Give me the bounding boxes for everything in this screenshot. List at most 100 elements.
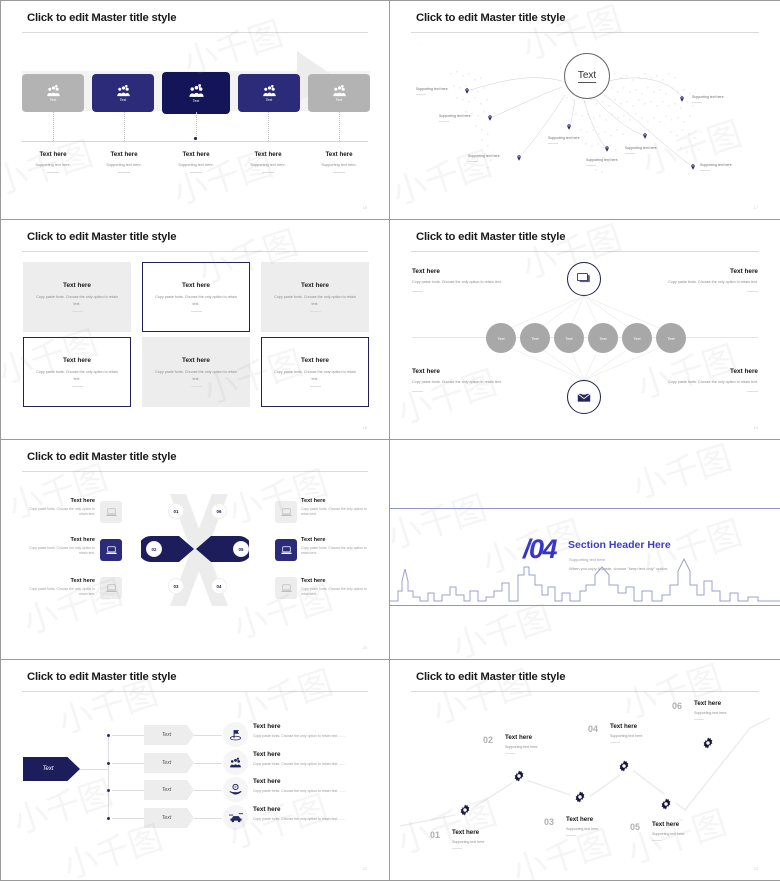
timeline-card-1[interactable]: Text [22, 74, 84, 112]
location-pin-icon[interactable] [680, 96, 684, 102]
timeline-card-4[interactable]: Text [238, 74, 300, 112]
x-icon-left-1[interactable] [100, 501, 122, 523]
step-rule [566, 835, 576, 836]
page-title: Click to edit Master title style [27, 12, 177, 24]
step-node-04[interactable] [614, 756, 634, 776]
stem [53, 112, 54, 141]
page-number: 18 [362, 425, 367, 430]
branch-bullet [106, 817, 110, 820]
branch-icon-wrap[interactable]: P [223, 777, 248, 802]
step-heading: Text here [694, 700, 722, 707]
x-icon-left-3[interactable] [100, 577, 122, 599]
caption-heading: Text here [110, 151, 138, 158]
step-node-02[interactable] [509, 766, 529, 786]
branch-heading: Text here [253, 806, 281, 813]
location-pin-icon[interactable] [691, 164, 695, 170]
tag-label: Text [161, 760, 172, 766]
stem [124, 112, 125, 141]
x-icon-right-2[interactable] [275, 539, 297, 561]
timeline-card-5[interactable]: Text [308, 74, 370, 112]
x-number-05[interactable]: 05 [233, 541, 249, 557]
top-icon-node[interactable] [567, 262, 601, 296]
pin-label-8: Supporting text here. [700, 163, 733, 171]
slide-six-box-grid[interactable]: 小千图 小千图 小千图 Click to edit Master title s… [0, 220, 390, 440]
branch-tag[interactable]: Text [144, 725, 194, 745]
caption-body: Supporting text here. [321, 163, 357, 167]
timeline-card-3[interactable]: Text [162, 72, 230, 114]
step-node-03[interactable] [570, 787, 590, 807]
location-pin-icon[interactable] [567, 124, 571, 130]
box-heading: Text here [182, 357, 210, 365]
box-rule [71, 310, 83, 312]
branch-tag[interactable]: Text [144, 780, 194, 800]
grid-box-2[interactable]: Text here Copy paste fonts. Choose the o… [142, 262, 250, 332]
bottom-icon-node[interactable] [567, 380, 601, 414]
grid-box-6[interactable]: Text here Copy paste fonts. Choose the o… [261, 337, 369, 407]
location-pin-icon[interactable] [643, 133, 647, 139]
branch-heading: Text here [253, 778, 281, 785]
slide-section-header[interactable]: 小千图 小千图 小千图 小千图 小千图 /04 Section Header H… [390, 440, 780, 660]
hub-circle-1[interactable]: Text [486, 323, 516, 353]
step-node-06[interactable] [698, 733, 718, 753]
grid-box-3[interactable]: Text here Copy paste fonts. Choose the o… [261, 262, 369, 332]
caption-body: Supporting text here. [106, 163, 142, 167]
branch-icon-wrap[interactable] [223, 750, 248, 775]
connector-lines [466, 77, 694, 168]
x-number-01[interactable]: 01 [168, 503, 184, 519]
x-icon-left-2[interactable] [100, 539, 122, 561]
x-icon-right-3[interactable] [275, 577, 297, 599]
location-pin-icon[interactable] [488, 115, 492, 121]
pin-label-text: Supporting text here. [548, 136, 581, 140]
text-body: Copy paste fonts. Choose the only option… [301, 546, 367, 556]
label-rule [468, 161, 478, 162]
hub-circle-2[interactable]: Text [520, 323, 550, 353]
location-pin-icon[interactable] [465, 88, 469, 94]
timeline-card-2[interactable]: Text [92, 74, 154, 112]
center-node[interactable]: Text [564, 53, 610, 99]
x-number-06[interactable]: 06 [211, 503, 227, 519]
branch-tag[interactable]: Text [144, 753, 194, 773]
slide-hub-circles[interactable]: 小千图 小千图 小千图 Click to edit Master title s… [390, 220, 780, 440]
step-label-05: 05 Text here Supporting text here. [630, 821, 685, 841]
x-number-04[interactable]: 04 [211, 578, 227, 594]
slide-zigzag-steps[interactable]: 小千图 小千图 小千图 小千图 小千图 Click to edit Master… [390, 660, 780, 881]
grid-box-5[interactable]: Text here Copy paste fonts. Choose the o… [142, 337, 250, 407]
hub-circle-5[interactable]: Text [622, 323, 652, 353]
laptop-icon [105, 545, 117, 554]
x-icon-right-1[interactable] [275, 501, 297, 523]
grid-box-1[interactable]: Text here Copy paste fonts. Choose the o… [23, 262, 131, 332]
location-pin-icon[interactable] [517, 155, 521, 161]
branch-heading: Text here [253, 751, 281, 758]
step-rule [452, 848, 462, 849]
step-node-01[interactable] [455, 800, 475, 820]
root-arrow[interactable]: Text [23, 757, 80, 781]
hub-circle-6[interactable]: Text [656, 323, 686, 353]
slide-x-diagram[interactable]: 小千图 小千图 小千图 小千图 Click to edit Master tit… [0, 440, 390, 660]
x-number-03[interactable]: 03 [168, 578, 184, 594]
slide-world-map[interactable]: 小千图 小千图 小千图 Click to edit Master title s… [390, 0, 780, 220]
text-heading: Text here [301, 578, 326, 584]
branch-icon-wrap[interactable] [223, 805, 248, 830]
text-body: Copy paste fonts. Choose the only option… [29, 546, 95, 556]
slide-timeline-cards[interactable]: 小千图 小千图 小千图 Click to edit Master title s… [0, 0, 390, 220]
title-rule [22, 251, 368, 252]
location-pin-icon[interactable] [605, 146, 609, 152]
branch-tag[interactable]: Text [144, 808, 194, 828]
slide-tree-arrows[interactable]: 小千图 小千图 小千图 小千图 小千图 Click to edit Master… [0, 660, 390, 881]
section-number: /04 [523, 534, 558, 564]
grid-box-4[interactable]: Text here Copy paste fonts. Choose the o… [23, 337, 131, 407]
hub-circle-3[interactable]: Text [554, 323, 584, 353]
circle-label: Text [531, 335, 539, 341]
gear-icon [460, 804, 470, 816]
page-title: Click to edit Master title style [27, 451, 177, 463]
hub-circle-4[interactable]: Text [588, 323, 618, 353]
branch-icon-wrap[interactable] [223, 722, 248, 747]
title-rule [22, 471, 368, 472]
step-node-05[interactable] [656, 794, 676, 814]
active-marker [194, 137, 197, 140]
pin-label-text: Supporting text here. [692, 95, 725, 99]
x-number-02[interactable]: 02 [146, 541, 162, 557]
step-heading: Text here [505, 734, 533, 741]
branch-connector [112, 817, 144, 819]
caption-body: Supporting text here. [250, 163, 286, 167]
